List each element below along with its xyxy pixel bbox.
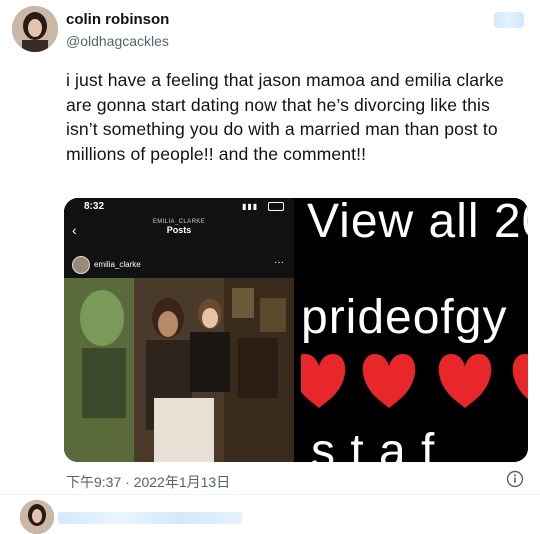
more-icon: ···: [274, 257, 284, 268]
back-arrow-icon: ‹: [72, 222, 77, 238]
post-author-avatar: [72, 256, 90, 274]
comment-line-cutoff: s t a f: [311, 425, 436, 462]
instagram-header: ‹ EMILIA_CLARKE Posts: [64, 216, 294, 246]
tweet-card: colin robinson @oldhagcackles i just hav…: [0, 0, 540, 534]
author-avatar[interactable]: [12, 6, 58, 52]
info-icon[interactable]: [506, 470, 524, 488]
media-image-comment-screenshot[interactable]: View all 20 prideofgy s t a f: [297, 198, 528, 462]
divider: [0, 494, 540, 495]
post-author-bar: emilia_clarke ···: [64, 252, 294, 278]
heart-icon: [438, 354, 492, 408]
comment-line-username: prideofgy: [301, 291, 508, 344]
media-grid[interactable]: 8:32 ▮▮▮ ‹ EMILIA_CLARKE Posts emilia_cl…: [64, 198, 528, 462]
media-image-instagram-post[interactable]: 8:32 ▮▮▮ ‹ EMILIA_CLARKE Posts emilia_cl…: [64, 198, 294, 462]
phone-status-bar: 8:32 ▮▮▮: [64, 198, 294, 214]
comment-line-view-all: View all 20: [307, 198, 528, 248]
battery-icon: [268, 202, 284, 211]
post-photo: [64, 278, 294, 462]
redacted-top-right: [494, 12, 524, 28]
redacted-reply-name: [58, 512, 242, 524]
author-display-name[interactable]: colin robinson: [66, 11, 169, 28]
post-username: emilia_clarke: [94, 260, 141, 269]
status-time: 8:32: [84, 201, 105, 212]
heart-icon: [301, 354, 346, 408]
tweet-text: i just have a feeling that jason mamoa a…: [66, 70, 504, 164]
author-handle[interactable]: @oldhagcackles: [66, 33, 169, 49]
heart-emojis: [301, 354, 528, 408]
signal-icon: ▮▮▮: [242, 202, 259, 211]
tweet-timestamp[interactable]: 下午9:37 · 2022年1月13日: [66, 472, 230, 492]
reply-author-avatar[interactable]: [20, 500, 54, 534]
header-title: Posts: [166, 225, 192, 235]
heart-icon: [362, 354, 416, 408]
heart-icon: [512, 354, 528, 400]
